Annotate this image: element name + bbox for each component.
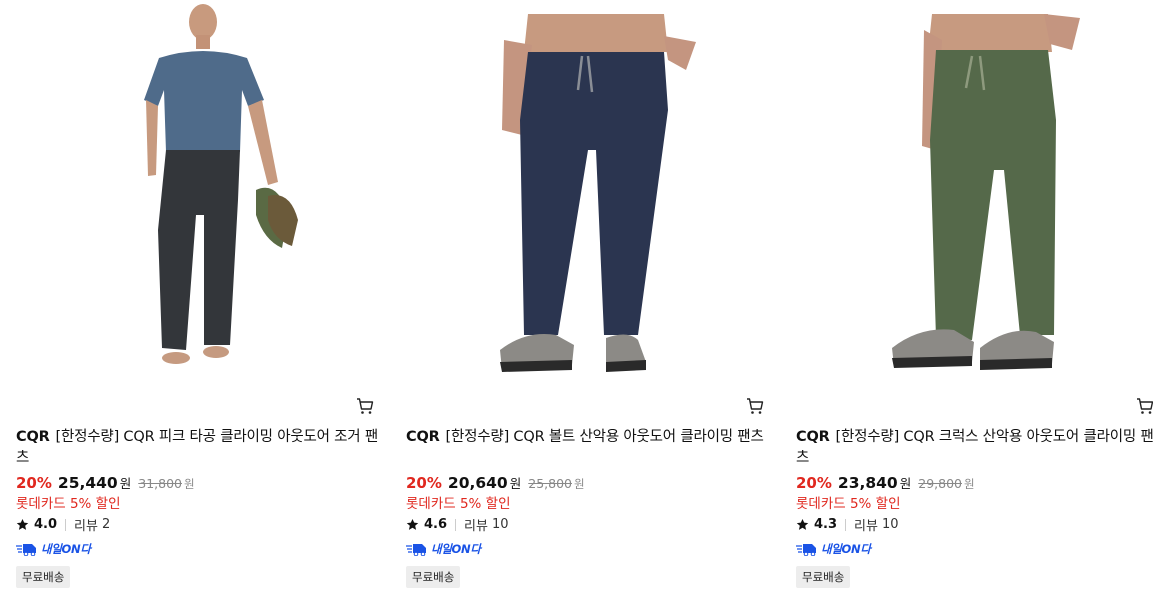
product-title[interactable]: CQR [한정수량] CQR 피크 타공 클라이밍 아웃도어 조거 팬츠	[16, 427, 382, 469]
delivery-badge-label: 내일ON다	[821, 542, 871, 556]
rating-score: 4.3	[814, 517, 838, 532]
product-name: [한정수량] CQR 크럭스 산악용 아웃도어 클라이밍 팬츠	[796, 429, 1153, 466]
brand-name: CQR	[796, 429, 830, 445]
product-image[interactable]	[406, 0, 778, 405]
currency-unit: 원	[899, 476, 912, 491]
sale-price: 25,440	[57, 474, 118, 492]
product-image-man-jogger	[144, 4, 298, 364]
rating-row: 4.0 리뷰 2	[16, 515, 110, 534]
delivery-truck-icon	[16, 544, 36, 556]
cart-icon	[357, 398, 374, 414]
review-count: 10	[881, 517, 899, 532]
review-count: 10	[491, 517, 509, 532]
original-price: 25,800	[528, 476, 572, 491]
rating-score: 4.0	[34, 517, 58, 532]
card-discount-info: 롯데카드 5% 할인	[16, 496, 121, 512]
currency-unit: 원	[509, 476, 522, 491]
product-card[interactable]: CQR [한정수량] CQR 피크 타공 클라이밍 아웃도어 조거 팬츠 20% 2…	[16, 0, 388, 606]
rating-row: 4.6 리뷰 10	[406, 515, 509, 534]
free-shipping-tag: 무료배송	[406, 566, 461, 588]
review-label: 리뷰	[854, 519, 878, 534]
cart-icon	[1137, 398, 1153, 414]
divider	[455, 518, 457, 531]
free-shipping-tag: 무료배송	[796, 566, 851, 588]
product-title[interactable]: CQR [한정수량] CQR 크럭스 산악용 아웃도어 클라이밍 팬츠	[796, 427, 1153, 469]
product-title[interactable]: CQR [한정수량] CQR 볼트 산악용 아웃도어 클라이밍 팬츠	[406, 427, 772, 448]
product-image-olive-pants	[892, 14, 1080, 370]
divider	[845, 518, 847, 531]
add-to-cart-button[interactable]	[745, 396, 765, 416]
delivery-badge: 내일ON다	[796, 541, 871, 557]
star-icon	[796, 518, 809, 530]
price-row: 20% 25,440 원 31,800 원	[16, 473, 195, 492]
pants-shape	[520, 52, 668, 335]
add-to-cart-button[interactable]	[1135, 396, 1153, 416]
product-image-navy-pants	[500, 14, 696, 372]
sale-price: 23,840	[837, 474, 898, 492]
brand-name: CQR	[406, 429, 440, 445]
discount-rate: 20%	[406, 474, 442, 492]
free-shipping-tag: 무료배송	[16, 566, 71, 588]
add-to-cart-button[interactable]	[355, 396, 375, 416]
pants-shape	[158, 150, 240, 350]
delivery-truck-icon	[406, 544, 426, 556]
discount-rate: 20%	[796, 474, 832, 492]
delivery-badge: 내일ON다	[16, 541, 91, 557]
divider	[65, 518, 67, 531]
star-icon	[16, 518, 29, 530]
card-discount-info: 롯데카드 5% 할인	[796, 496, 901, 512]
discount-rate: 20%	[16, 474, 52, 492]
card-discount-info: 롯데카드 5% 할인	[406, 496, 511, 512]
product-card[interactable]: CQR [한정수량] CQR 크럭스 산악용 아웃도어 클라이밍 팬츠 20% 23…	[796, 0, 1153, 606]
delivery-truck-icon	[796, 544, 816, 556]
pants-shape	[930, 50, 1056, 340]
review-label: 리뷰	[464, 519, 488, 534]
original-price: 31,800	[138, 476, 182, 491]
currency-unit: 원	[119, 476, 132, 491]
rating-score: 4.6	[424, 517, 448, 532]
review-label: 리뷰	[74, 519, 98, 534]
delivery-badge-label: 내일ON다	[41, 542, 91, 556]
original-currency-unit: 원	[184, 477, 195, 491]
brand-name: CQR	[16, 429, 50, 445]
sale-price: 20,640	[447, 474, 508, 492]
rating-row: 4.3 리뷰 10	[796, 515, 899, 534]
delivery-badge: 내일ON다	[406, 541, 481, 557]
original-price: 29,800	[918, 476, 962, 491]
original-currency-unit: 원	[574, 477, 585, 491]
product-name: [한정수량] CQR 볼트 산악용 아웃도어 클라이밍 팬츠	[445, 429, 764, 445]
star-icon	[406, 518, 419, 530]
product-card[interactable]: CQR [한정수량] CQR 볼트 산악용 아웃도어 클라이밍 팬츠 20% 20,…	[406, 0, 778, 606]
original-currency-unit: 원	[964, 477, 975, 491]
cart-icon	[747, 398, 764, 414]
delivery-badge-label: 내일ON다	[431, 542, 481, 556]
product-name: [한정수량] CQR 피크 타공 클라이밍 아웃도어 조거 팬츠	[16, 429, 378, 466]
review-count: 2	[101, 517, 111, 532]
product-image[interactable]	[16, 0, 388, 405]
price-row: 20% 23,840 원 29,800 원	[796, 473, 975, 492]
product-image[interactable]	[796, 0, 1153, 405]
price-row: 20% 20,640 원 25,800 원	[406, 473, 585, 492]
